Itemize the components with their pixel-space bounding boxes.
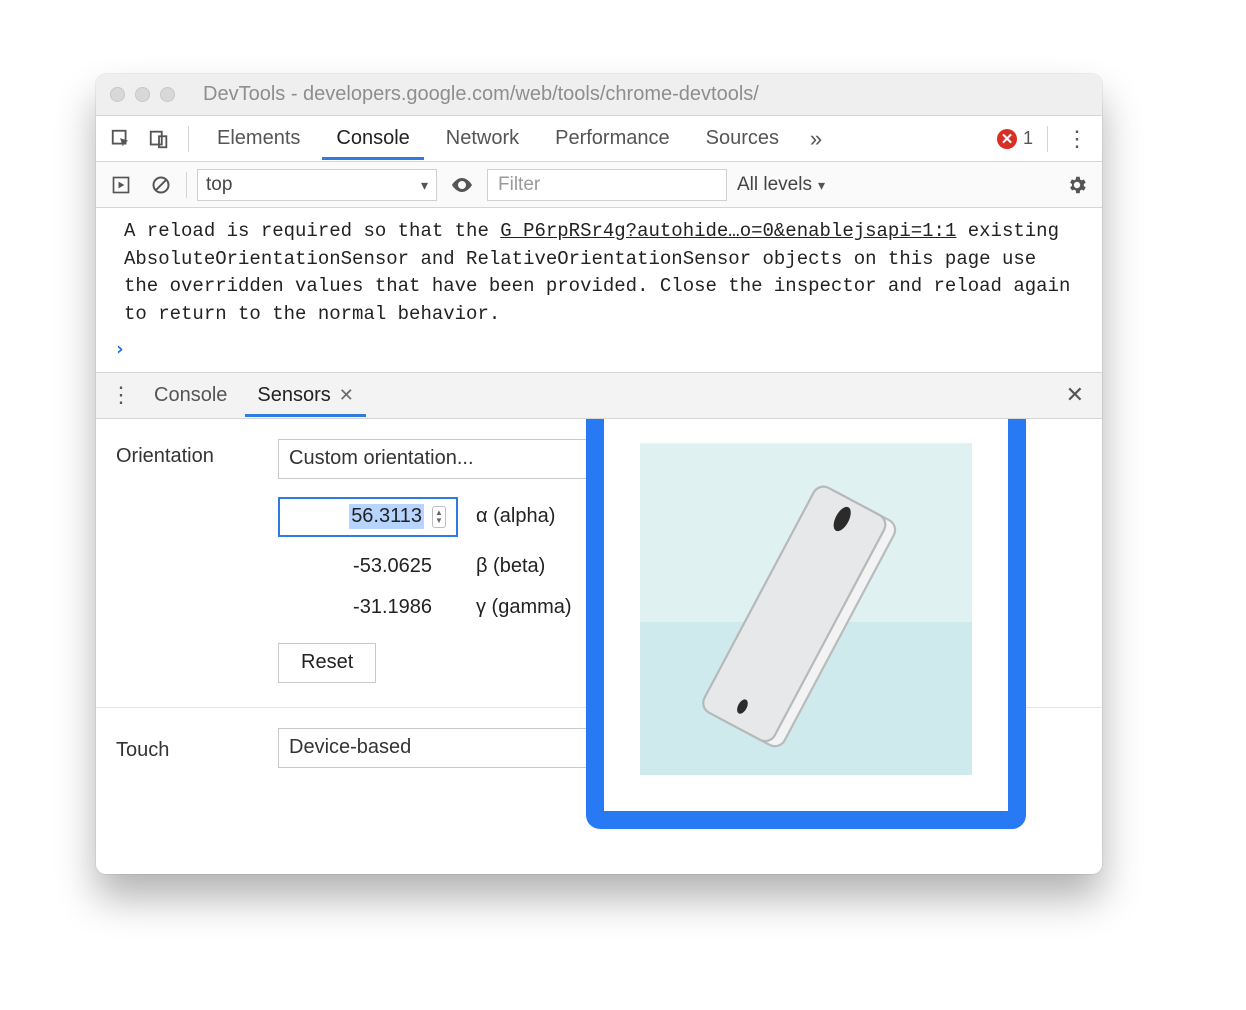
gamma-label: γ (gamma) (476, 596, 572, 619)
console-toolbar: top All levels (96, 162, 1102, 208)
msg-pre: A reload is required so that the (124, 220, 500, 242)
close-icon[interactable]: ✕ (339, 385, 354, 406)
touch-label: Touch (116, 733, 256, 762)
filter-input[interactable] (487, 169, 727, 201)
alpha-input[interactable]: 56.3113 ▲▼ (278, 497, 458, 537)
orientation-preview[interactable] (640, 443, 972, 775)
inspect-icon[interactable] (106, 124, 136, 154)
window-titlebar: DevTools - developers.google.com/web/too… (96, 74, 1102, 116)
gamma-input[interactable]: -31.1986 (278, 596, 458, 619)
phone-model-icon[interactable] (640, 443, 972, 775)
error-badge[interactable]: ✕ 1 (997, 128, 1033, 149)
orientation-preview-highlight (586, 419, 1026, 829)
settings-gear-icon[interactable] (1062, 170, 1092, 200)
divider (186, 172, 187, 198)
chevron-down-icon (421, 174, 428, 196)
log-levels-select[interactable]: All levels (737, 174, 825, 196)
traffic-min-icon[interactable] (135, 87, 150, 102)
main-tabstrip: Elements Console Network Performance Sou… (96, 116, 1102, 162)
drawer-close-icon[interactable]: ✕ (1066, 382, 1084, 408)
tab-performance[interactable]: Performance (541, 117, 684, 160)
console-prompt[interactable]: › (96, 332, 1102, 372)
tabs-overflow-icon[interactable]: » (801, 124, 831, 154)
tab-elements[interactable]: Elements (203, 117, 314, 160)
clear-console-icon[interactable] (146, 170, 176, 200)
tab-network[interactable]: Network (432, 117, 533, 160)
touch-value: Device-based (289, 736, 411, 759)
window-title: DevTools - developers.google.com/web/too… (185, 83, 1088, 106)
orientation-preset-value: Custom orientation... (289, 447, 474, 470)
execute-icon[interactable] (106, 170, 136, 200)
drawer-tab-sensors-label: Sensors (257, 384, 330, 407)
context-select[interactable]: top (197, 169, 437, 201)
drawer-tab-console[interactable]: Console (142, 374, 239, 417)
console-message: A reload is required so that the G P6rpR… (96, 214, 1102, 332)
orientation-label: Orientation (116, 439, 256, 468)
drawer: ⋮ Console Sensors ✕ ✕ Orientation Custom… (96, 372, 1102, 874)
msg-source-link[interactable]: G P6rpRSr4g?autohide…o=0&enablejsapi=1:1 (500, 220, 956, 242)
traffic-close-icon[interactable] (110, 87, 125, 102)
tab-sources[interactable]: Sources (692, 117, 793, 160)
drawer-tab-sensors[interactable]: Sensors ✕ (245, 374, 365, 417)
live-expression-eye-icon[interactable] (447, 170, 477, 200)
sensors-panel: Orientation Custom orientation... 56.311… (96, 419, 1102, 874)
divider (188, 126, 189, 152)
levels-label: All levels (737, 174, 812, 196)
orientation-section: Orientation Custom orientation... 56.311… (96, 419, 1102, 708)
traffic-max-icon[interactable] (160, 87, 175, 102)
kebab-menu-icon[interactable]: ⋮ (1062, 124, 1092, 154)
divider (1047, 126, 1048, 152)
orientation-preset-select[interactable]: Custom orientation... (278, 439, 638, 479)
alpha-value: 56.3113 (349, 504, 424, 529)
device-toggle-icon[interactable] (144, 124, 174, 154)
console-output: A reload is required so that the G P6rpR… (96, 208, 1102, 372)
reset-button[interactable]: Reset (278, 643, 376, 683)
chevron-down-icon (818, 174, 825, 196)
beta-label: β (beta) (476, 555, 545, 578)
error-count: 1 (1023, 128, 1033, 149)
traffic-lights (110, 87, 175, 102)
context-value: top (206, 174, 232, 196)
stepper-icon[interactable]: ▲▼ (432, 506, 446, 528)
drawer-tabstrip: ⋮ Console Sensors ✕ ✕ (96, 373, 1102, 419)
devtools-window: DevTools - developers.google.com/web/too… (96, 74, 1102, 874)
beta-input[interactable]: -53.0625 (278, 555, 458, 578)
drawer-kebab-icon[interactable]: ⋮ (106, 380, 136, 410)
touch-select[interactable]: Device-based (278, 728, 638, 768)
error-icon: ✕ (997, 129, 1017, 149)
tab-console[interactable]: Console (322, 117, 423, 160)
alpha-label: α (alpha) (476, 505, 555, 528)
